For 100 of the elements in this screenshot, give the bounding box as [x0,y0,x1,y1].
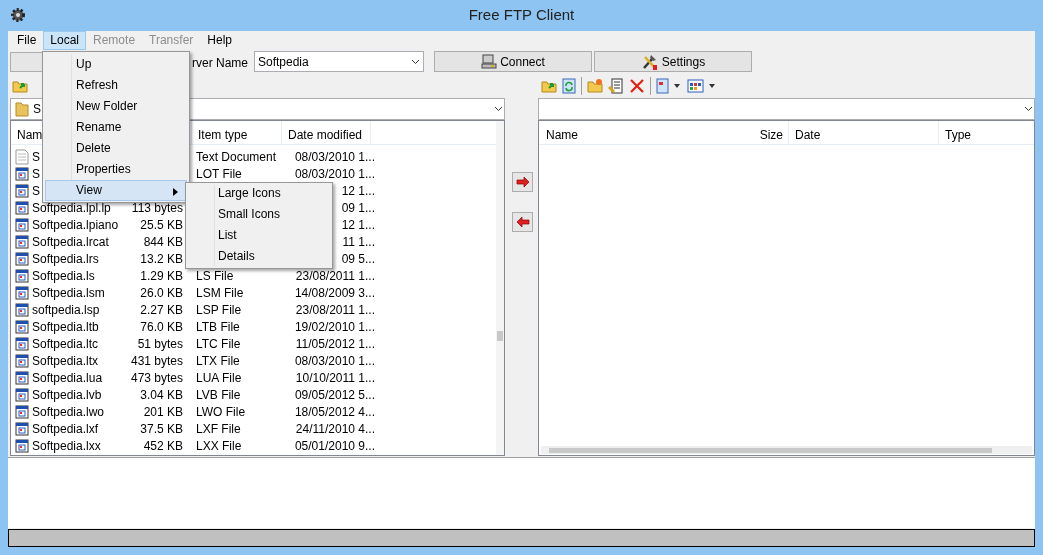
menu-item[interactable]: Rename [45,117,187,138]
horizontal-scrollbar[interactable] [541,445,1032,454]
toolbar-button[interactable]: Connect [434,51,592,72]
file-name: softpedia.lsp [32,302,100,320]
menu-item[interactable]: Local [43,31,87,50]
file-name: Softpedia.lvb [32,387,102,405]
app-file-icon [15,371,29,386]
file-date: 08/03/2010 1... [294,167,375,182]
menu-item[interactable]: View [45,180,187,201]
file-name: S [32,166,40,184]
file-type: LUA File [196,371,242,386]
file-type: LSM File [196,286,244,301]
file-name: Softpedia.ltb [32,319,99,337]
file-size: 113 bytes [131,201,183,216]
file-type: Text Document [196,150,277,165]
folder-icon [15,100,29,117]
menu-item[interactable]: File [10,31,44,50]
file-date: 24/11/2010 4... [295,422,375,437]
menu-item[interactable]: New Folder [45,96,187,117]
delete-icon[interactable] [629,78,645,95]
toolbar-button[interactable]: Settings [594,51,752,72]
file-type: LTX File [196,354,240,369]
app-file-icon [15,286,29,301]
menu-item[interactable]: Large Icons [188,183,330,204]
file-size: 3.04 KB [140,388,183,403]
file-type: LXX File [196,439,242,454]
file-size: 76.0 KB [140,320,183,335]
app-file-icon [15,184,29,199]
app-file-icon [15,405,29,420]
file-date: 19/02/2010 1... [294,320,375,335]
file-date: 12 1... [341,218,375,233]
view-dropdown-icon[interactable] [687,78,717,95]
file-date: 12 1... [341,184,375,199]
file-name: S [32,149,40,167]
file-type: LTB File [196,320,240,335]
column-header[interactable]: Size [689,120,789,144]
app-file-icon [15,388,29,403]
file-size: 2.27 KB [140,303,183,318]
file-size: 26.0 KB [140,286,183,301]
file-name: Softpedia.ltc [32,336,99,354]
upload-arrow-button[interactable] [512,171,533,192]
app-file-icon [15,235,29,250]
rename-icon[interactable] [608,78,624,95]
file-size: 473 bytes [130,371,183,386]
file-type: LXF File [196,422,241,437]
file-size: 51 bytes [137,337,183,352]
tools-icon [640,52,659,71]
app-file-icon [15,337,29,352]
text-file-icon [15,149,29,166]
column-header[interactable]: Date [789,120,939,144]
file-date: 14/08/2009 3... [294,286,375,301]
download-arrow-button[interactable] [512,211,533,232]
file-name: Softpedia.lxf [32,421,99,439]
file-name: Softpedia.ls [32,268,95,286]
file-date: 08/03/2010 1... [294,150,375,165]
column-header[interactable]: Date modified [281,120,371,144]
menu-item[interactable]: Small Icons [188,204,330,225]
file-size: 37.5 KB [140,422,183,437]
properties-dropdown-icon[interactable] [656,78,682,95]
file-name: Softpedia.lua [32,370,103,388]
app-file-icon [15,201,29,216]
file-name: Softpedia.lsm [32,285,105,303]
file-size: 452 KB [143,439,183,454]
left-arrow-icon [515,216,530,227]
file-type: LVB File [196,388,241,403]
app-file-icon [15,354,29,369]
file-date: 11 1... [342,235,375,250]
column-header[interactable]: Type [939,120,1029,144]
column-header[interactable]: Item type [191,120,281,144]
file-name: S [32,183,40,201]
file-date: 11/05/2012 1... [295,337,375,352]
app-file-icon [15,320,29,335]
app-file-icon [15,269,29,284]
file-size: 201 KB [143,405,183,420]
file-date: 08/03/2010 1... [294,354,375,369]
file-date: 18/05/2012 4... [294,405,375,420]
file-date: 09/05/2012 5... [294,388,375,403]
window-title: Free FTP Client [468,5,575,26]
menu-item[interactable]: List [188,225,330,246]
file-size: 844 KB [143,235,183,250]
file-date: 09 1... [341,201,375,216]
file-size: 431 bytes [130,354,183,369]
file-name: Softpedia.lwo [32,404,105,422]
file-date: 09 5... [341,252,375,267]
menu-item[interactable]: Properties [45,159,187,180]
menu-item[interactable]: Details [188,246,330,267]
menu-item[interactable]: Refresh [45,75,187,96]
file-size: 25.5 KB [140,218,183,233]
server-combo[interactable]: Softpedia [254,51,424,72]
menu-item[interactable]: Up [45,54,187,75]
vertical-scrollbar[interactable] [496,120,504,455]
folder-up-icon[interactable] [541,78,557,95]
new-folder-icon[interactable] [587,78,603,95]
file-type: LS File [196,269,234,284]
column-header[interactable]: Name [539,120,689,144]
refresh-icon[interactable] [562,78,576,95]
folder-up-icon[interactable] [12,78,28,95]
file-type: LOT File [196,167,242,182]
menu-item[interactable]: Delete [45,138,187,159]
menu-item[interactable]: Help [200,31,239,50]
